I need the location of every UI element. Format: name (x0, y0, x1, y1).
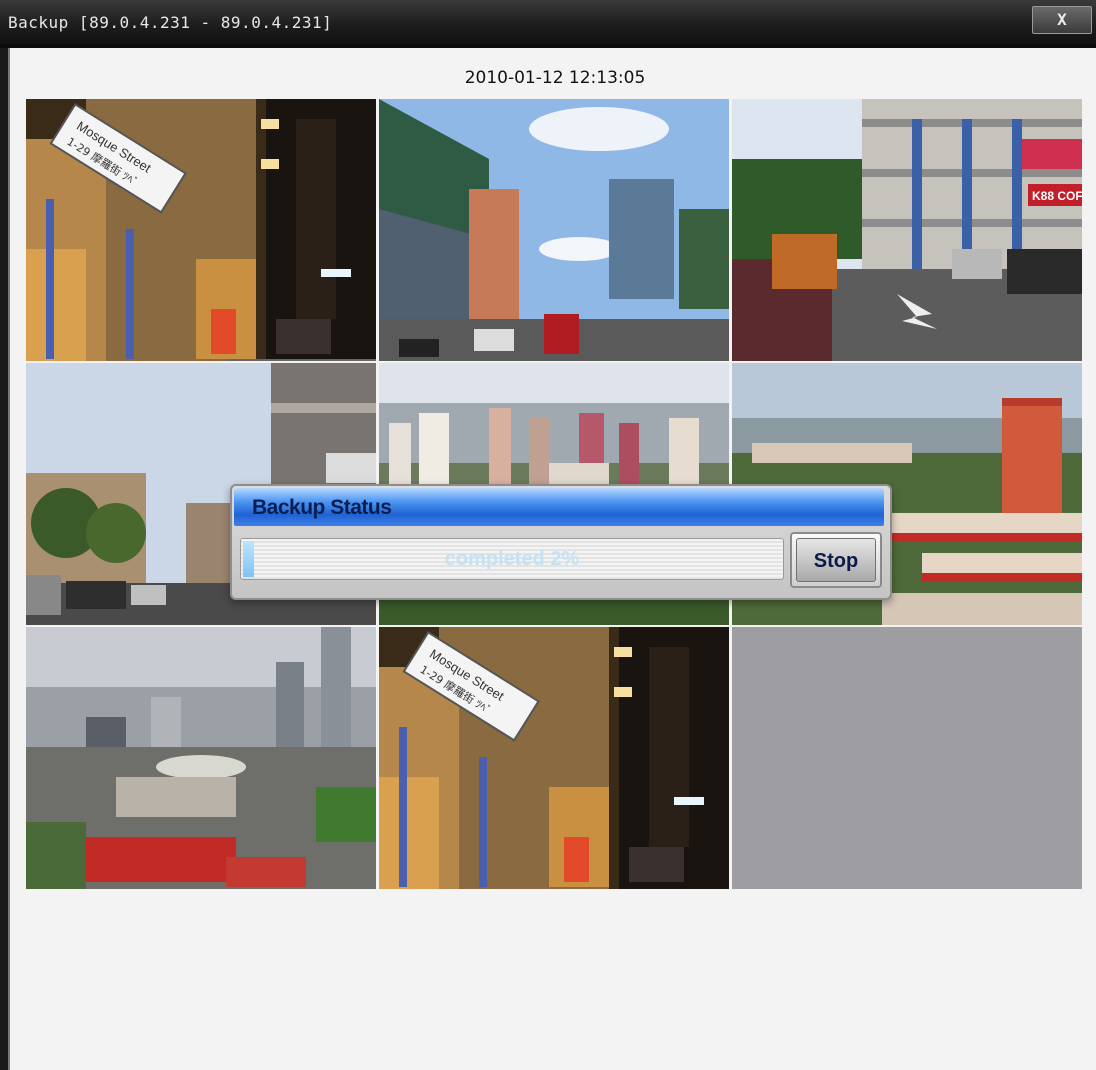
title-bar[interactable]: Backup [89.0.4.231 - 89.0.4.231] X (0, 0, 1096, 48)
window-frame-left (0, 48, 10, 1070)
backup-window: Backup [89.0.4.231 - 89.0.4.231] X 2010-… (0, 0, 1096, 1070)
camera-image-1: Mosque Street 1-29 摩羅街 ﾂﾍﾞ (26, 99, 376, 361)
playback-timestamp: 2010-01-12 12:13:05 (464, 68, 646, 88)
camera-image-2 (379, 99, 729, 361)
shop-sign-text: K88 COFFEE (1032, 189, 1082, 203)
stop-button[interactable]: Stop (790, 532, 882, 588)
camera-tile-3[interactable]: K88 COFFEE (732, 99, 1082, 361)
camera-tile-7[interactable] (26, 627, 376, 889)
camera-tile-8[interactable]: Mosque Street 1-29 摩羅街 ﾂﾍﾞ (379, 627, 729, 889)
close-button[interactable]: X (1032, 6, 1092, 34)
progress-text: completed 2% (444, 548, 580, 570)
camera-tile-empty[interactable] (732, 627, 1082, 889)
backup-status-dialog: Backup Status completed 2% Stop (230, 484, 892, 600)
camera-image-7 (26, 627, 376, 889)
dialog-header: Backup Status (234, 488, 884, 526)
camera-tile-2[interactable] (379, 99, 729, 361)
camera-image-3: K88 COFFEE (732, 99, 1082, 361)
backup-progress-bar: completed 2% (240, 538, 784, 580)
camera-image-8: Mosque Street 1-29 摩羅街 ﾂﾍﾞ (379, 627, 729, 889)
camera-tile-1[interactable]: Mosque Street 1-29 摩羅街 ﾂﾍﾞ (26, 99, 376, 361)
dialog-title: Backup Status (252, 496, 392, 519)
window-title: Backup [89.0.4.231 - 89.0.4.231] (8, 13, 333, 32)
stop-button-label: Stop (796, 538, 876, 582)
